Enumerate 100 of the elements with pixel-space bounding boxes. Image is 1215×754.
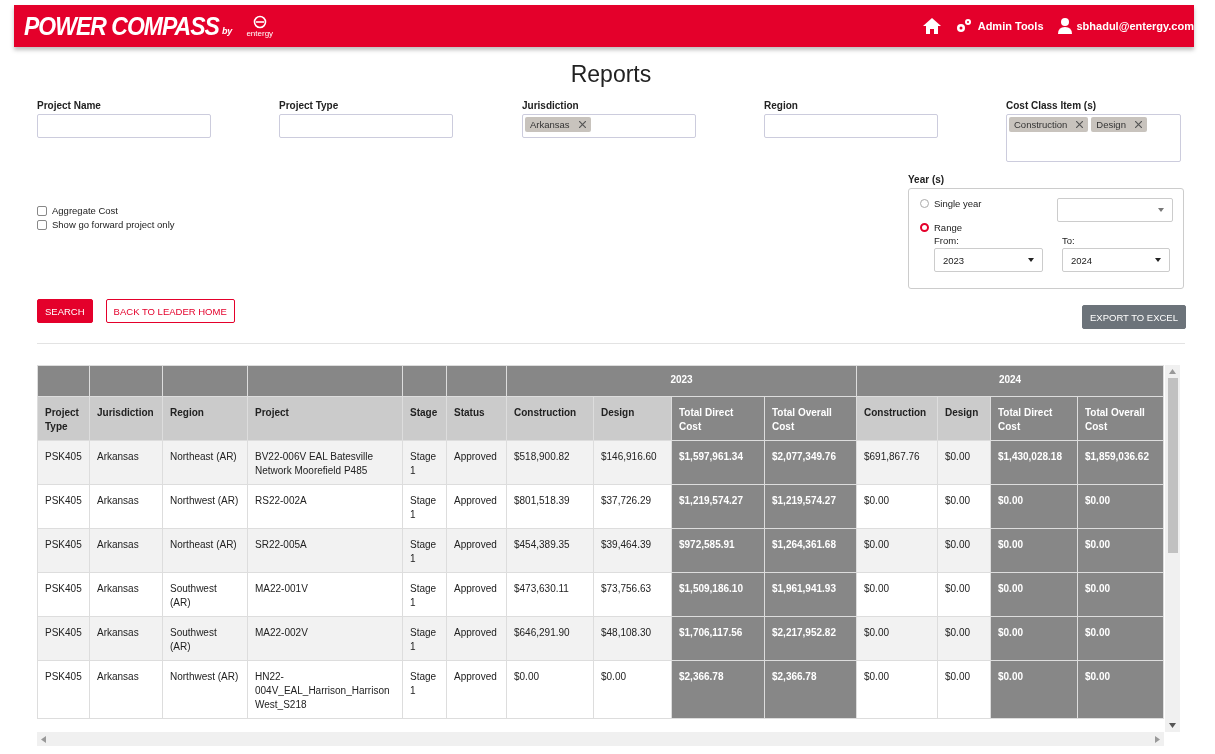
table-cell: Arkansas [89, 572, 163, 617]
table-cell: MA22-001V [247, 572, 403, 617]
table-cell: Arkansas [89, 440, 163, 485]
table-cell: SR22-005A [247, 528, 403, 573]
from-year-select[interactable]: 2023 [934, 248, 1043, 272]
table-cell: $454,389.35 [506, 528, 594, 573]
table-cell: Arkansas [89, 660, 163, 719]
filter-label: Cost Class Item (s) [1006, 100, 1098, 111]
logo-by-text: by [221, 26, 233, 36]
column-header: Project [247, 396, 403, 441]
table-cell: $39,464.39 [593, 528, 672, 573]
column-header: Project Type [37, 396, 90, 441]
table-cell: Arkansas [89, 484, 163, 529]
table-cell: Approved [446, 484, 507, 529]
table-cell: $1,219,574.27 [671, 484, 765, 529]
table-cell: $0.00 [1077, 528, 1164, 573]
table-cell: RS22-002A [247, 484, 403, 529]
column-header: Construction [506, 396, 594, 441]
table-cell: Approved [446, 660, 507, 719]
filter-label: Region [764, 100, 799, 111]
table-cell: $0.00 [856, 528, 938, 573]
user-link[interactable]: sbhadul@entergy.com [1076, 20, 1194, 32]
column-header: Design [937, 396, 991, 441]
table-cell: PSK405 [37, 572, 90, 617]
filter-label: Jurisdiction [522, 100, 580, 111]
table-cell: $473,630.11 [506, 572, 594, 617]
table-cell: $0.00 [506, 660, 594, 719]
table-cell: $0.00 [856, 484, 938, 529]
checkbox-label: Show go forward project only [52, 219, 175, 230]
radio-label: Range [934, 222, 962, 233]
search-button[interactable]: SEARCH [37, 299, 93, 323]
table-cell: $1,509,186.10 [671, 572, 765, 617]
table-cell: $0.00 [990, 572, 1078, 617]
table-cell: $1,859,036.62 [1077, 440, 1164, 485]
table-cell: Stage 1 [402, 440, 447, 485]
table-cell: BV22-006V EAL Batesville Network Moorefield P485 [247, 440, 403, 485]
logo-text: POWER COMPASS [24, 11, 219, 41]
table-cell: $1,597,961.34 [671, 440, 765, 485]
table-cell: $1,264,361.68 [764, 528, 857, 573]
table-cell: Northwest (AR) [162, 484, 248, 529]
table-cell: $48,108.30 [593, 616, 672, 661]
filter-field[interactable]: Arkansas [522, 114, 696, 138]
table-cell: $972,585.91 [671, 528, 765, 573]
table-cell: $0.00 [937, 484, 991, 529]
table-cell: PSK405 [37, 616, 90, 661]
table-cell: $1,430,028.18 [990, 440, 1078, 485]
table-cell: $0.00 [593, 660, 672, 719]
table-cell: $0.00 [1077, 616, 1164, 661]
table-cell: $1,961,941.93 [764, 572, 857, 617]
table-cell: $0.00 [937, 616, 991, 661]
table-cell: PSK405 [37, 660, 90, 719]
table-cell: $691,867.76 [856, 440, 938, 485]
tag-text: Arkansas [530, 119, 570, 130]
export-button[interactable]: EXPORT TO EXCEL [1082, 305, 1186, 329]
column-header: Construction [856, 396, 938, 441]
table-cell: Stage 1 [402, 572, 447, 617]
table-cell: PSK405 [37, 484, 90, 529]
table-cell: MA22-002V [247, 616, 403, 661]
table-cell: $0.00 [1077, 484, 1164, 529]
table-cell: $0.00 [856, 616, 938, 661]
years-label: Year (s) [908, 174, 946, 185]
table-cell: Northwest (AR) [162, 660, 248, 719]
column-header: Jurisdiction [89, 396, 163, 441]
table-cell: $2,366.78 [764, 660, 857, 719]
table-cell: $37,726.29 [593, 484, 672, 529]
table-cell: Arkansas [89, 616, 163, 661]
table-cell: $0.00 [937, 440, 991, 485]
table-cell: $0.00 [937, 660, 991, 719]
column-header: Stage [402, 396, 447, 441]
table-cell: Approved [446, 616, 507, 661]
table-cell: Stage 1 [402, 484, 447, 529]
table-cell: $0.00 [937, 572, 991, 617]
filter-field[interactable]: Construction Design [1006, 114, 1181, 162]
table-cell: Stage 1 [402, 616, 447, 661]
table-cell: Northeast (AR) [162, 440, 248, 485]
table-cell: $646,291.90 [506, 616, 594, 661]
filter-label: Project Name [37, 100, 102, 111]
to-year-select[interactable]: 2024 [1062, 248, 1170, 272]
table-cell: $1,706,117.56 [671, 616, 765, 661]
table-cell: Approved [446, 440, 507, 485]
table-cell: $518,900.82 [506, 440, 594, 485]
table-cell: $0.00 [856, 660, 938, 719]
table-cell: $0.00 [990, 528, 1078, 573]
table-cell: Northeast (AR) [162, 528, 248, 573]
filter-label: Project Type [279, 100, 340, 111]
back-button[interactable]: BACK TO LEADER HOME [105, 299, 235, 323]
table-cell: Southwest (AR) [162, 616, 248, 661]
column-header: Design [593, 396, 672, 441]
table-cell: $1,219,574.27 [764, 484, 857, 529]
table-cell: $0.00 [990, 660, 1078, 719]
table-cell: Approved [446, 572, 507, 617]
page-title: Reports [569, 61, 653, 88]
table-cell: $0.00 [1077, 572, 1164, 617]
table-cell: $73,756.63 [593, 572, 672, 617]
table-cell: PSK405 [37, 528, 90, 573]
admin-tools-link[interactable]: Admin Tools [977, 20, 1044, 32]
table-cell: $0.00 [990, 484, 1078, 529]
column-header: Status [446, 396, 507, 441]
table-cell: Stage 1 [402, 660, 447, 719]
table-cell: $0.00 [937, 528, 991, 573]
